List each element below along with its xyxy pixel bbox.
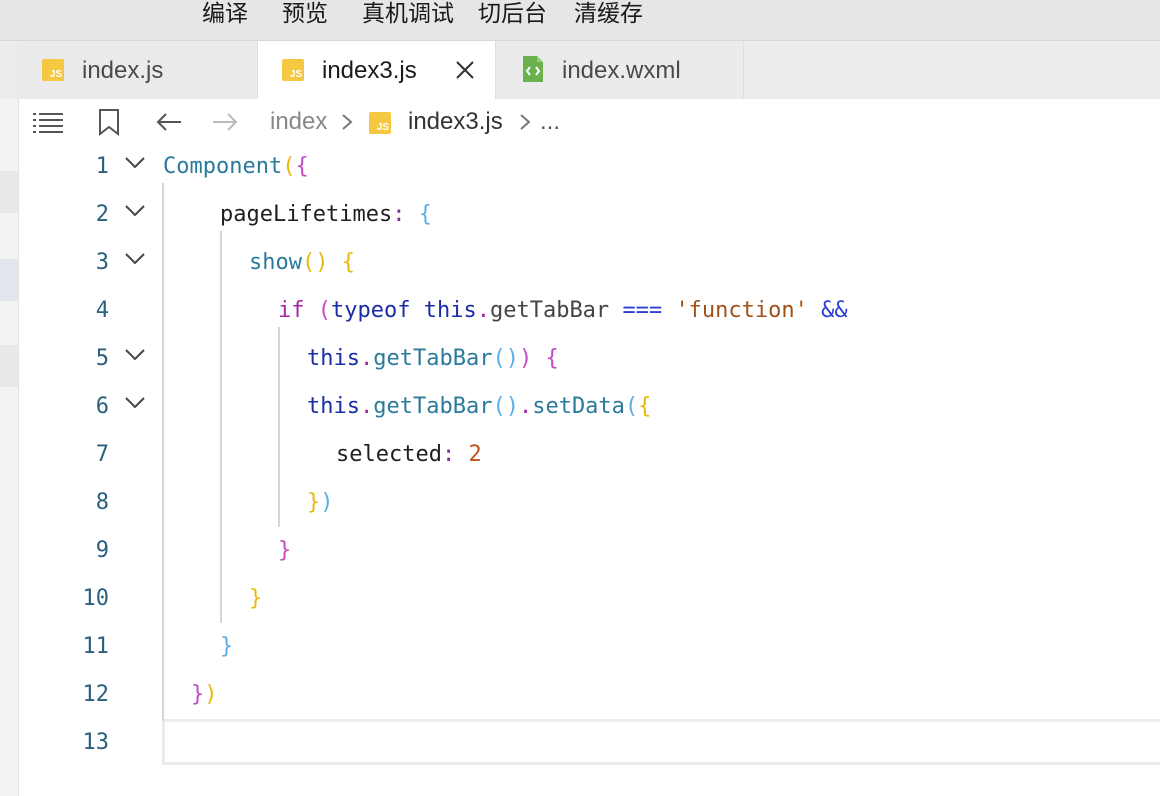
- tab-label: index.js: [82, 57, 164, 84]
- line-number: 11: [82, 634, 110, 659]
- indent-guide: [162, 183, 164, 721]
- editor-tab-bar: JS index.js JS index3.js index.wxml: [0, 41, 1160, 99]
- breadcrumb-file[interactable]: index3.js: [408, 107, 503, 137]
- preview-button[interactable]: 预览: [282, 0, 328, 26]
- background-button[interactable]: 切后台: [478, 0, 547, 26]
- fold-chevron-icon[interactable]: [123, 203, 147, 219]
- chevron-right-icon: [520, 114, 531, 130]
- line-number: 7: [95, 442, 109, 467]
- chevron-right-icon: [342, 114, 353, 130]
- line-number: 2: [95, 202, 109, 227]
- indent-guide: [278, 327, 280, 527]
- code-line-4: if (typeof this.getTabBar === 'function'…: [278, 298, 848, 323]
- js-file-icon: JS: [282, 59, 304, 81]
- tab-label: index3.js: [322, 57, 417, 84]
- tab-index-js[interactable]: JS index.js: [18, 41, 258, 99]
- tab-label: index.wxml: [562, 57, 681, 84]
- line-number: 8: [95, 490, 109, 515]
- remote-debug-button[interactable]: 真机调试: [362, 0, 454, 26]
- code-line-2: pageLifetimes: {: [220, 202, 432, 227]
- wxml-file-icon: [523, 56, 543, 82]
- fold-chevron-icon[interactable]: [123, 155, 147, 171]
- code-line-1: Component({: [163, 154, 309, 179]
- line-number: 5: [95, 346, 109, 371]
- code-line-8: }): [307, 490, 334, 515]
- breadcrumb-more[interactable]: ...: [540, 107, 560, 137]
- code-line-5: this.getTabBar()) {: [307, 346, 559, 371]
- js-file-icon: JS: [42, 59, 64, 81]
- line-number: 10: [82, 586, 110, 611]
- js-file-icon: JS: [369, 112, 391, 134]
- current-line-highlight: [162, 719, 1160, 765]
- simulator-toolbar: 编译 预览 真机调试 切后台 清缓存: [0, 0, 1160, 41]
- editor-nav-bar: index JS index3.js ...: [19, 99, 1160, 145]
- line-number: 1: [95, 154, 109, 179]
- breadcrumb-folder[interactable]: index: [270, 107, 327, 137]
- indent-guide: [220, 231, 222, 623]
- code-line-7: selected: 2: [336, 442, 482, 467]
- fold-chevron-icon[interactable]: [123, 347, 147, 363]
- code-line-10: }: [249, 586, 263, 611]
- code-line-9: }: [278, 538, 292, 563]
- line-number: 13: [82, 730, 110, 755]
- code-line-11: }: [220, 634, 234, 659]
- tab-index3-js[interactable]: JS index3.js: [258, 41, 496, 99]
- forward-arrow-icon[interactable]: [211, 111, 239, 133]
- code-editor[interactable]: 1 2 3 4 5 6 7 8 9 10 11 12 13 Component(…: [19, 145, 1160, 796]
- compile-button[interactable]: 编译: [202, 0, 248, 26]
- line-number: 4: [95, 298, 109, 323]
- code-line-12: }): [191, 682, 218, 707]
- fold-chevron-icon[interactable]: [123, 251, 147, 267]
- line-number: 6: [95, 394, 109, 419]
- outline-list-icon[interactable]: [33, 111, 63, 133]
- line-number: 12: [82, 682, 110, 707]
- line-number: 9: [95, 538, 109, 563]
- bookmark-icon[interactable]: [98, 108, 120, 136]
- line-number: 3: [95, 250, 109, 275]
- clear-cache-button[interactable]: 清缓存: [574, 0, 643, 26]
- close-icon[interactable]: [454, 59, 476, 81]
- code-line-6: this.getTabBar().setData({: [307, 394, 652, 419]
- left-panel-edge: [0, 99, 19, 796]
- code-line-3: show() {: [249, 250, 355, 275]
- back-arrow-icon[interactable]: [155, 111, 183, 133]
- tab-index-wxml[interactable]: index.wxml: [496, 41, 744, 99]
- fold-chevron-icon[interactable]: [123, 395, 147, 411]
